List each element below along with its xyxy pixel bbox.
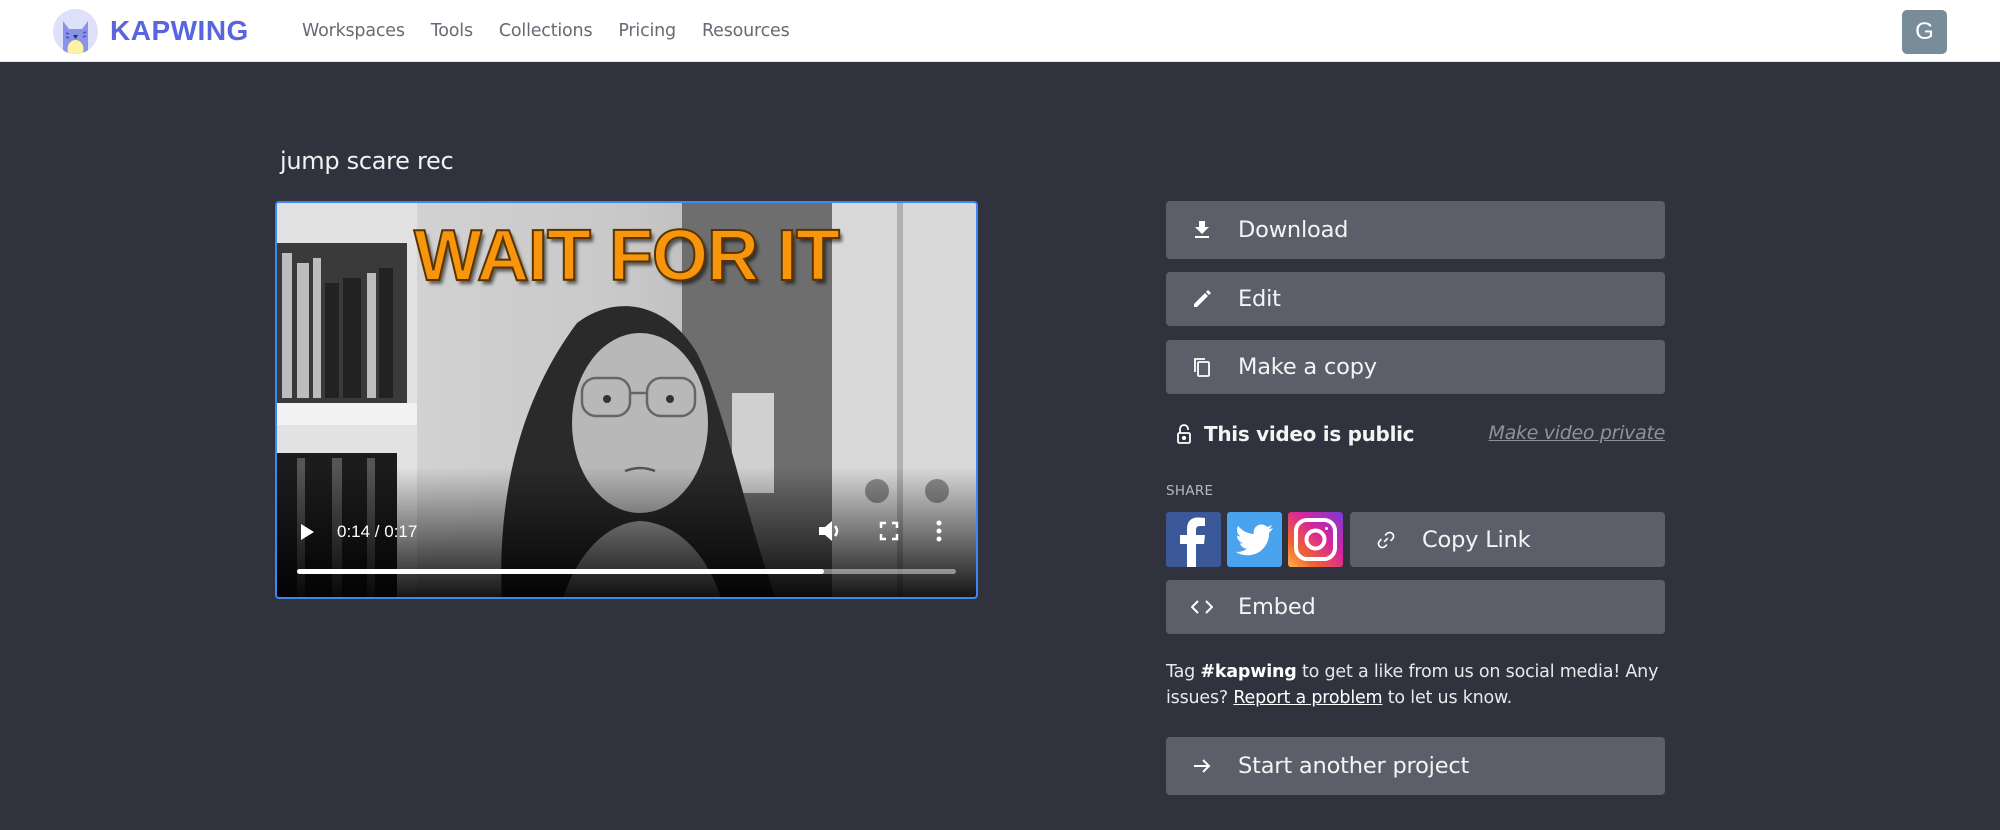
user-avatar[interactable]: G xyxy=(1902,10,1947,54)
instagram-icon xyxy=(1288,518,1343,567)
video-controls: 0:14 / 0:17 xyxy=(277,507,976,597)
facebook-share-button[interactable] xyxy=(1166,512,1221,567)
embed-button[interactable]: Embed xyxy=(1166,580,1665,634)
copy-icon xyxy=(1191,356,1213,378)
copy-link-label: Copy Link xyxy=(1422,526,1531,553)
instagram-share-button[interactable] xyxy=(1288,512,1343,567)
nav-tools[interactable]: Tools xyxy=(431,21,473,41)
start-another-project-button[interactable]: Start another project xyxy=(1166,737,1665,795)
edit-label: Edit xyxy=(1238,286,1281,312)
volume-icon[interactable] xyxy=(817,519,843,543)
nav-resources[interactable]: Resources xyxy=(702,21,790,41)
lock-icon xyxy=(1176,424,1192,448)
privacy-status: This video is public xyxy=(1204,422,1415,446)
pencil-icon xyxy=(1191,288,1213,310)
nav-collections[interactable]: Collections xyxy=(499,21,593,41)
make-copy-button[interactable]: Make a copy xyxy=(1166,340,1665,394)
project-title: jump scare rec xyxy=(280,147,454,175)
twitter-icon xyxy=(1227,524,1282,567)
link-icon xyxy=(1375,529,1397,551)
embed-label: Embed xyxy=(1238,594,1316,620)
nav-pricing[interactable]: Pricing xyxy=(618,21,676,41)
copy-link-button[interactable]: Copy Link xyxy=(1350,512,1665,567)
facebook-icon xyxy=(1166,517,1221,567)
brand-name: KAPWING xyxy=(110,15,249,46)
make-private-link[interactable]: Make video private xyxy=(1489,422,1666,444)
main-nav: Workspaces Tools Collections Pricing Res… xyxy=(302,0,790,62)
privacy-row: This video is public Make video private xyxy=(1166,422,1665,448)
video-caption-overlay: WAIT FOR IT xyxy=(413,215,841,297)
edit-button[interactable]: Edit xyxy=(1166,272,1665,326)
fullscreen-icon[interactable] xyxy=(877,519,901,543)
download-label: Download xyxy=(1238,217,1349,243)
nav-workspaces[interactable]: Workspaces xyxy=(302,21,405,41)
video-time: 0:14 / 0:17 xyxy=(337,522,418,541)
video-progress-fill xyxy=(297,569,825,574)
video-player[interactable]: WAIT FOR IT 0:14 / 0:17 xyxy=(275,201,978,599)
arrow-right-icon xyxy=(1191,755,1213,777)
video-seek-bar[interactable] xyxy=(297,569,956,574)
more-options-icon[interactable] xyxy=(932,519,946,543)
play-icon[interactable] xyxy=(301,524,314,540)
hashtag: #kapwing xyxy=(1200,662,1297,682)
top-navbar: KAPWING Workspaces Tools Collections Pri… xyxy=(0,0,2000,62)
share-heading: SHARE xyxy=(1166,483,1214,499)
start-another-label: Start another project xyxy=(1238,753,1470,779)
make-copy-label: Make a copy xyxy=(1238,354,1377,380)
social-tag-note: Tag #kapwing to get a like from us on so… xyxy=(1166,662,1659,708)
kapwing-logo[interactable]: KAPWING xyxy=(53,8,249,54)
report-problem-link[interactable]: Report a problem xyxy=(1233,688,1382,708)
code-brackets-icon xyxy=(1191,596,1213,618)
twitter-share-button[interactable] xyxy=(1227,512,1282,567)
download-button[interactable]: Download xyxy=(1166,201,1665,259)
download-icon xyxy=(1191,219,1213,241)
kapwing-cat-icon xyxy=(53,8,98,54)
